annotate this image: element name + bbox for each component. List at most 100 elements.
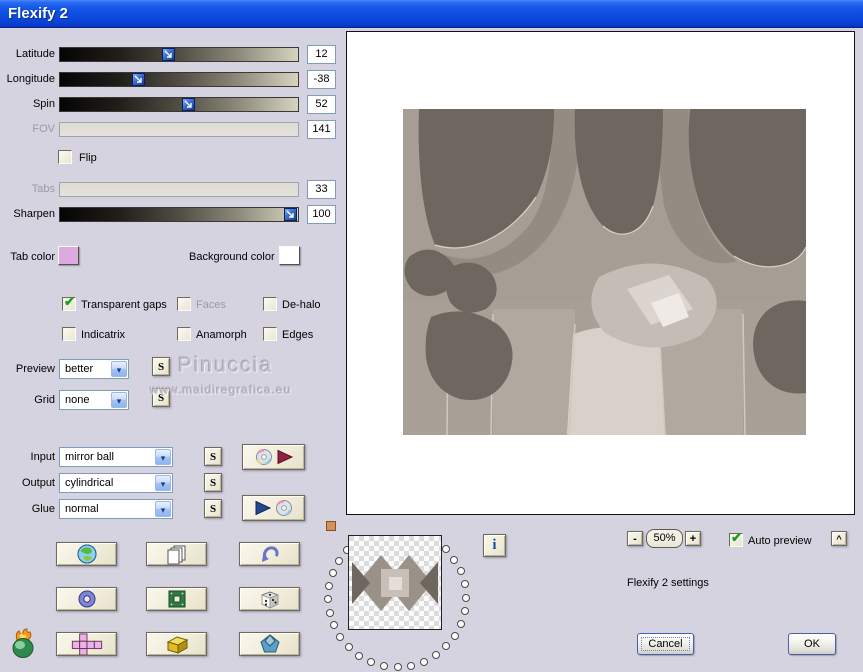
ring-dot bbox=[329, 621, 338, 630]
watermark-url: www.maidiregrafica.eu bbox=[150, 383, 292, 397]
de-halo-checkbox[interactable] bbox=[263, 297, 277, 311]
ring-dot bbox=[328, 568, 337, 577]
preview-canvas[interactable] bbox=[346, 31, 855, 515]
longitude-slider-handle[interactable] bbox=[131, 73, 145, 86]
output-s-button[interactable]: S bbox=[204, 473, 222, 492]
chevron-down-icon[interactable]: ▾ bbox=[155, 449, 171, 465]
collapse-button[interactable]: ^ bbox=[831, 531, 847, 546]
zoom-level: 50% bbox=[646, 529, 683, 548]
sharpen-value[interactable]: 100 bbox=[307, 205, 336, 224]
anamorph-checkbox[interactable] bbox=[177, 327, 191, 341]
glue-dropdown[interactable]: normal ▾ bbox=[59, 499, 173, 519]
output-dropdown[interactable]: cylindrical ▾ bbox=[59, 473, 173, 493]
input-dropdown-value: mirror ball bbox=[65, 451, 114, 463]
ring-dot bbox=[407, 661, 416, 670]
ring-dot bbox=[450, 555, 459, 564]
transparent-gaps-checkbox[interactable]: ✔ bbox=[62, 295, 76, 311]
status-text: Flexify 2 settings bbox=[627, 577, 709, 589]
import-settings-button[interactable] bbox=[242, 495, 305, 521]
longitude-value[interactable]: -38 bbox=[307, 70, 336, 89]
tabs-label: Tabs bbox=[31, 183, 55, 195]
undo-button[interactable] bbox=[239, 542, 300, 566]
tab-color-swatch[interactable] bbox=[58, 246, 79, 265]
ring-dot bbox=[419, 657, 428, 666]
ok-button[interactable]: OK bbox=[788, 633, 836, 655]
sharpen-slider[interactable] bbox=[59, 207, 299, 222]
ring-dot bbox=[456, 567, 465, 576]
chevron-down-icon[interactable]: ▾ bbox=[155, 501, 171, 517]
chevron-down-icon[interactable]: ▾ bbox=[111, 361, 127, 377]
info-button[interactable]: i bbox=[483, 534, 506, 557]
latitude-slider-handle[interactable] bbox=[162, 48, 176, 61]
tabs-value[interactable]: 33 bbox=[307, 180, 336, 199]
unfolded-cube-icon bbox=[71, 633, 102, 655]
minus-icon: - bbox=[633, 532, 637, 545]
unfolded-cube-button[interactable] bbox=[56, 632, 117, 656]
torus-button[interactable] bbox=[56, 587, 117, 611]
glue-s-button[interactable]: S bbox=[204, 499, 222, 518]
zoom-in-button[interactable]: + bbox=[685, 531, 701, 546]
export-settings-button[interactable] bbox=[242, 444, 305, 470]
indicatrix-checkbox[interactable] bbox=[62, 327, 76, 341]
flexify-dialog: { "window": { "title": "Flexify 2" }, "c… bbox=[0, 0, 863, 672]
globe-icon bbox=[77, 544, 96, 564]
titlebar[interactable]: Flexify 2 bbox=[0, 0, 863, 28]
disc-import-icon bbox=[255, 500, 292, 516]
ring-dot bbox=[325, 581, 334, 590]
polyhedron-button[interactable] bbox=[239, 632, 300, 656]
copy-icon bbox=[167, 545, 185, 565]
box-button[interactable] bbox=[146, 632, 207, 656]
copy-button[interactable] bbox=[146, 542, 207, 566]
preview-dropdown-label: Preview bbox=[15, 363, 55, 375]
latitude-value[interactable]: 12 bbox=[307, 45, 336, 64]
fov-label: FOV bbox=[32, 123, 55, 135]
globe-button[interactable] bbox=[56, 542, 117, 566]
spin-value[interactable]: 52 bbox=[307, 95, 336, 114]
ring-dot bbox=[336, 633, 345, 642]
sharpen-label: Sharpen bbox=[13, 208, 55, 220]
preview-dropdown[interactable]: better ▾ bbox=[59, 359, 129, 379]
chevron-down-icon[interactable]: ▾ bbox=[111, 392, 127, 408]
faces-checkbox bbox=[177, 297, 191, 311]
input-dropdown[interactable]: mirror ball ▾ bbox=[59, 447, 173, 467]
longitude-label: Longitude bbox=[6, 73, 55, 85]
spin-slider-handle[interactable] bbox=[181, 98, 195, 111]
slider-handle-arrow-icon bbox=[184, 100, 192, 108]
preview-image bbox=[403, 109, 806, 435]
caret-up-icon: ^ bbox=[836, 533, 842, 544]
input-dropdown-label: Input bbox=[30, 451, 55, 463]
preview-s-button[interactable]: S bbox=[152, 357, 170, 376]
fov-value[interactable]: 141 bbox=[307, 120, 336, 139]
ring-dot bbox=[325, 608, 334, 617]
info-icon: i bbox=[492, 537, 497, 553]
flip-checkbox[interactable] bbox=[58, 150, 72, 164]
auto-preview-checkbox[interactable]: ✔ bbox=[729, 531, 743, 547]
glue-dropdown-value: normal bbox=[65, 503, 99, 515]
edges-checkbox[interactable] bbox=[263, 327, 277, 341]
spin-slider[interactable] bbox=[59, 97, 299, 112]
thumbnail-marker[interactable] bbox=[326, 521, 336, 531]
input-s-button[interactable]: S bbox=[204, 447, 222, 466]
frame-button[interactable] bbox=[146, 587, 207, 611]
anamorph-label: Anamorph bbox=[196, 329, 247, 341]
chevron-down-icon[interactable]: ▾ bbox=[155, 475, 171, 491]
cancel-button[interactable]: Cancel bbox=[637, 633, 694, 655]
ring-dot bbox=[431, 651, 440, 660]
undo-icon bbox=[261, 546, 278, 562]
flip-label: Flip bbox=[79, 152, 97, 164]
focus-ring bbox=[641, 637, 690, 651]
background-color-label: Background color bbox=[189, 251, 275, 263]
background-color-swatch[interactable] bbox=[279, 246, 300, 265]
thumbnail-preview[interactable] bbox=[348, 535, 442, 630]
slider-handle-arrow-icon bbox=[164, 50, 173, 58]
tabs-slider bbox=[59, 182, 299, 197]
longitude-slider[interactable] bbox=[59, 72, 299, 87]
random-button[interactable] bbox=[239, 587, 300, 611]
thumbnail-image bbox=[349, 536, 441, 629]
sharpen-slider-handle[interactable] bbox=[284, 208, 297, 221]
flaming-pear-logo[interactable] bbox=[9, 628, 39, 659]
ring-dot bbox=[460, 607, 469, 616]
zoom-out-button[interactable]: - bbox=[627, 531, 643, 546]
grid-dropdown[interactable]: none ▾ bbox=[59, 390, 129, 410]
latitude-slider[interactable] bbox=[59, 47, 299, 62]
